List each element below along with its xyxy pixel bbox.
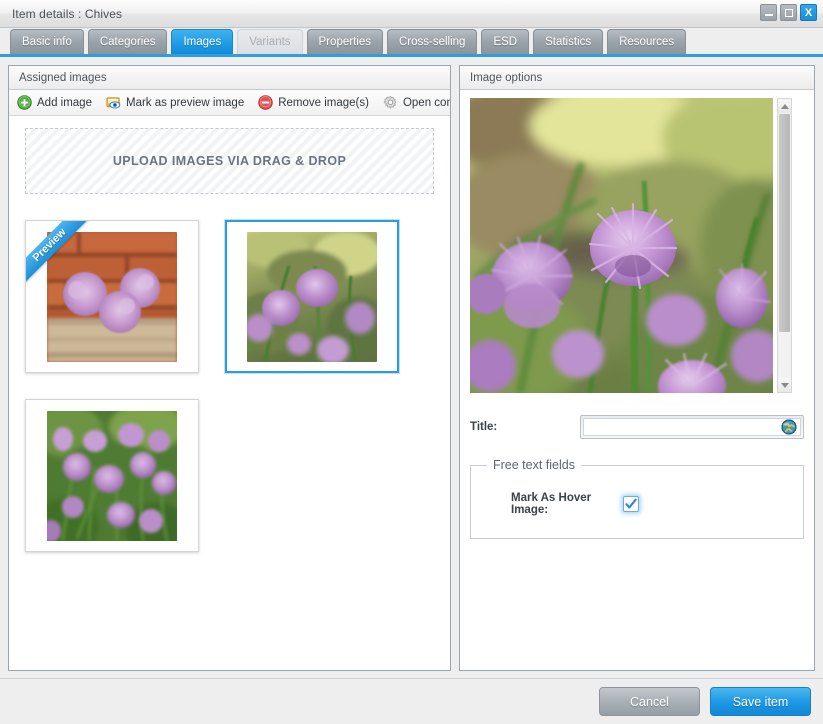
preview-area [470, 98, 804, 393]
remove-images-button[interactable]: Remove image(s) [258, 95, 369, 110]
item-details-window: Item details : Chives X Basic info Categ… [0, 0, 823, 724]
images-toolbar: Add image Mark as preview image Remove i… [9, 90, 450, 116]
thumbnail-item[interactable] [225, 220, 399, 373]
thumbnail-image [247, 231, 377, 362]
tab-variants: Variants [237, 29, 303, 54]
image-options-header: Image options [460, 66, 814, 90]
open-configurator-label: Open configu [402, 96, 450, 109]
assigned-images-header: Assigned images [9, 66, 450, 90]
dialog-body: Assigned images Add image Mark as previe… [0, 57, 823, 671]
gear-icon [383, 95, 397, 109]
remove-circle-icon [258, 95, 273, 110]
title-field-row: Title: [470, 415, 804, 439]
scrollbar-thumb[interactable] [779, 114, 790, 333]
tab-images[interactable]: Images [171, 29, 234, 54]
thumbnail-image [47, 231, 177, 362]
tab-cross-selling[interactable]: Cross-selling [386, 29, 478, 54]
minimize-button[interactable] [760, 4, 777, 21]
maximize-icon [784, 8, 793, 17]
hover-image-label: Mark As Hover Image: [511, 492, 592, 516]
assigned-images-panel: Assigned images Add image Mark as previe… [8, 65, 451, 671]
tab-basic-info[interactable]: Basic info [10, 29, 84, 54]
free-text-fields-group: Free text fields Mark As Hover Image: [470, 458, 804, 539]
chives-on-wood-image [47, 231, 177, 362]
scrollbar-track[interactable] [778, 113, 791, 378]
thumbnail-image [47, 410, 177, 541]
thumbnail-item[interactable]: Preview [25, 220, 199, 373]
tab-statistics[interactable]: Statistics [533, 29, 604, 54]
title-bar: Item details : Chives X [0, 0, 823, 28]
free-text-fields-legend: Free text fields [487, 458, 581, 472]
chive-closeup-image [247, 231, 377, 362]
globe-icon[interactable] [781, 419, 797, 435]
dropzone-label: UPLOAD IMAGES VIA DRAG & DROP [112, 154, 347, 168]
open-configurator-button[interactable]: Open configu [383, 95, 450, 110]
title-label: Title: [470, 421, 498, 433]
save-item-button[interactable]: Save item [710, 687, 811, 716]
tab-esd[interactable]: ESD [481, 29, 530, 54]
add-circle-icon [17, 95, 32, 110]
hover-image-row: Mark As Hover Image: [483, 492, 791, 516]
scroll-down-arrow[interactable] [778, 378, 791, 392]
title-input[interactable] [583, 418, 801, 436]
tab-bar: Basic info Categories Images Variants Pr… [0, 28, 823, 57]
window-controls: X [760, 4, 817, 21]
assigned-images-body: UPLOAD IMAGES VIA DRAG & DROP Preview [9, 116, 450, 670]
check-icon [625, 498, 637, 509]
mark-as-preview-image-label: Mark as preview image [125, 96, 245, 109]
title-input-shell [580, 415, 804, 439]
tab-resources[interactable]: Resources [607, 29, 687, 54]
preview-scrollbar[interactable] [777, 98, 792, 393]
tab-categories[interactable]: Categories [87, 29, 168, 54]
dialog-footer: Cancel Save item [0, 678, 823, 724]
maximize-button[interactable] [780, 4, 797, 21]
cancel-button[interactable]: Cancel [599, 687, 700, 716]
chive-field-image [47, 410, 177, 541]
mark-as-preview-image-button[interactable]: Mark as preview image [106, 95, 244, 110]
add-image-button[interactable]: Add image [17, 95, 92, 110]
tab-properties[interactable]: Properties [306, 29, 383, 54]
image-options-body: Title: Free text fields Mark As Hover Im… [460, 90, 814, 670]
chives-garden-photo [470, 98, 773, 393]
thumbnail-list: Preview [25, 220, 434, 552]
minimize-icon [764, 14, 773, 16]
image-dropzone[interactable]: UPLOAD IMAGES VIA DRAG & DROP [25, 128, 434, 194]
thumbnail-item[interactable] [25, 399, 199, 552]
close-button[interactable]: X [800, 4, 817, 21]
image-options-panel: Image options Title: Free text fields Ma… [459, 65, 815, 671]
scroll-up-arrow[interactable] [778, 99, 791, 113]
preview-image-icon [106, 97, 121, 109]
mark-as-hover-image-checkbox[interactable] [623, 496, 639, 512]
large-preview-image [470, 98, 773, 393]
window-title: Item details : Chives [12, 6, 123, 21]
remove-images-label: Remove image(s) [278, 96, 369, 109]
add-image-label: Add image [37, 96, 92, 109]
